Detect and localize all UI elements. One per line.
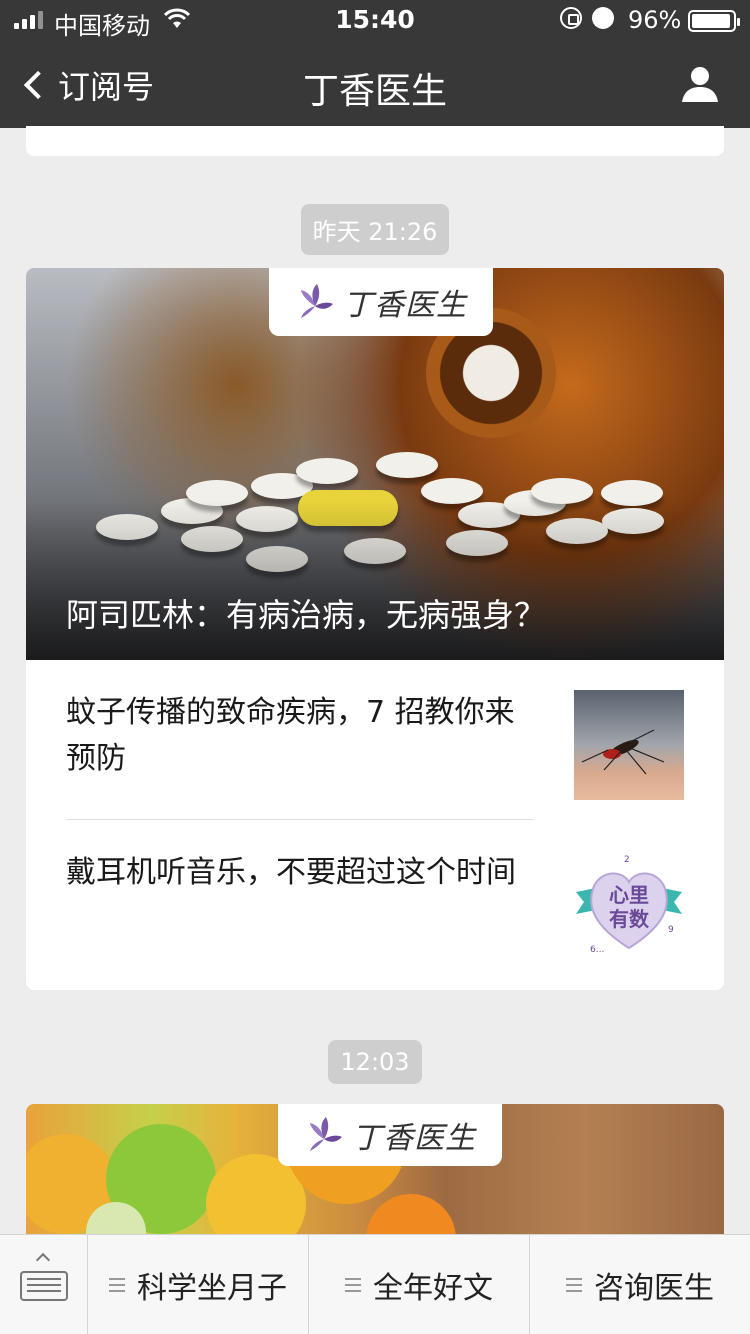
alarm-icon (592, 7, 614, 29)
chevron-up-icon (35, 1252, 51, 1268)
menu-item-yearly-articles[interactable]: 全年好文 (309, 1235, 530, 1334)
menu-lines-icon (566, 1277, 582, 1292)
menu-item-label: 科学坐月子 (137, 1270, 287, 1306)
profile-icon[interactable] (680, 64, 720, 104)
lilac-logo-icon (310, 1117, 342, 1151)
previous-card-tail[interactable] (26, 126, 724, 156)
bottom-menu-bar: 科学坐月子 全年好文 咨询医生 (0, 1234, 750, 1334)
keyboard-toggle-button[interactable] (0, 1235, 88, 1334)
timestamp-label: 12:03 (328, 1040, 422, 1084)
page-title: 丁香医生 (302, 71, 447, 112)
timestamp-1: 昨天 21:26 (0, 204, 750, 255)
svg-text:9: 9 (668, 925, 674, 935)
hero-article[interactable]: 丁香医生 阿司匹林：有病治病，无病强身？ (26, 268, 724, 660)
article-title: 蚊子传播的致命疾病，7 招教你来预防 (66, 695, 515, 776)
mosquito-thumbnail (574, 690, 684, 800)
svg-text:有数: 有数 (609, 907, 650, 931)
svg-text:2: 2 (624, 855, 630, 865)
menu-item-label: 咨询医生 (594, 1270, 714, 1306)
svg-text:心里: 心里 (609, 883, 649, 907)
article-group-card: 丁香医生 阿司匹林：有病治病，无病强身？ 蚊子传播的致命疾病，7 招教你来预防 … (26, 268, 724, 990)
keyboard-icon (20, 1271, 68, 1301)
top-bar: 中国移动 15:40 96% 订阅号 丁香医生 (0, 0, 750, 128)
brand-tag: 丁香医生 (269, 268, 493, 336)
timestamp-label: 昨天 21:26 (300, 204, 450, 255)
lilac-logo-icon (301, 284, 333, 318)
pill (296, 458, 358, 484)
battery-percent: 96% (628, 6, 682, 34)
pill (376, 452, 438, 478)
hero-article-title: 阿司匹林：有病治病，无病强身？ (66, 596, 547, 634)
brand-tag: 丁香医生 (278, 1104, 502, 1166)
article-title: 戴耳机听音乐，不要超过这个时间 (66, 855, 516, 890)
list-item[interactable]: 戴耳机听音乐，不要超过这个时间 心里 有数 2 9 6... (26, 820, 724, 970)
menu-lines-icon (109, 1277, 125, 1292)
brand-label: 丁香医生 (352, 1121, 476, 1156)
navigation-bar: 订阅号 丁香医生 (0, 40, 750, 128)
svg-text:6...: 6... (590, 945, 604, 955)
menu-item-postpartum[interactable]: 科学坐月子 (88, 1235, 309, 1334)
brand-label: 丁香医生 (343, 288, 467, 323)
timestamp-2: 12:03 (0, 1040, 750, 1084)
menu-item-consult-doctor[interactable]: 咨询医生 (530, 1235, 750, 1334)
heart-badge-thumbnail: 心里 有数 2 9 6... (574, 850, 684, 960)
menu-lines-icon (345, 1277, 361, 1292)
status-bar: 中国移动 15:40 96% (0, 0, 750, 40)
list-item[interactable]: 蚊子传播的致命疾病，7 招教你来预防 (26, 660, 724, 810)
article-card-2[interactable]: 丁香医生 (26, 1104, 724, 1244)
menu-item-label: 全年好文 (373, 1270, 493, 1306)
orientation-lock-icon (560, 7, 582, 29)
battery-icon (688, 10, 740, 32)
